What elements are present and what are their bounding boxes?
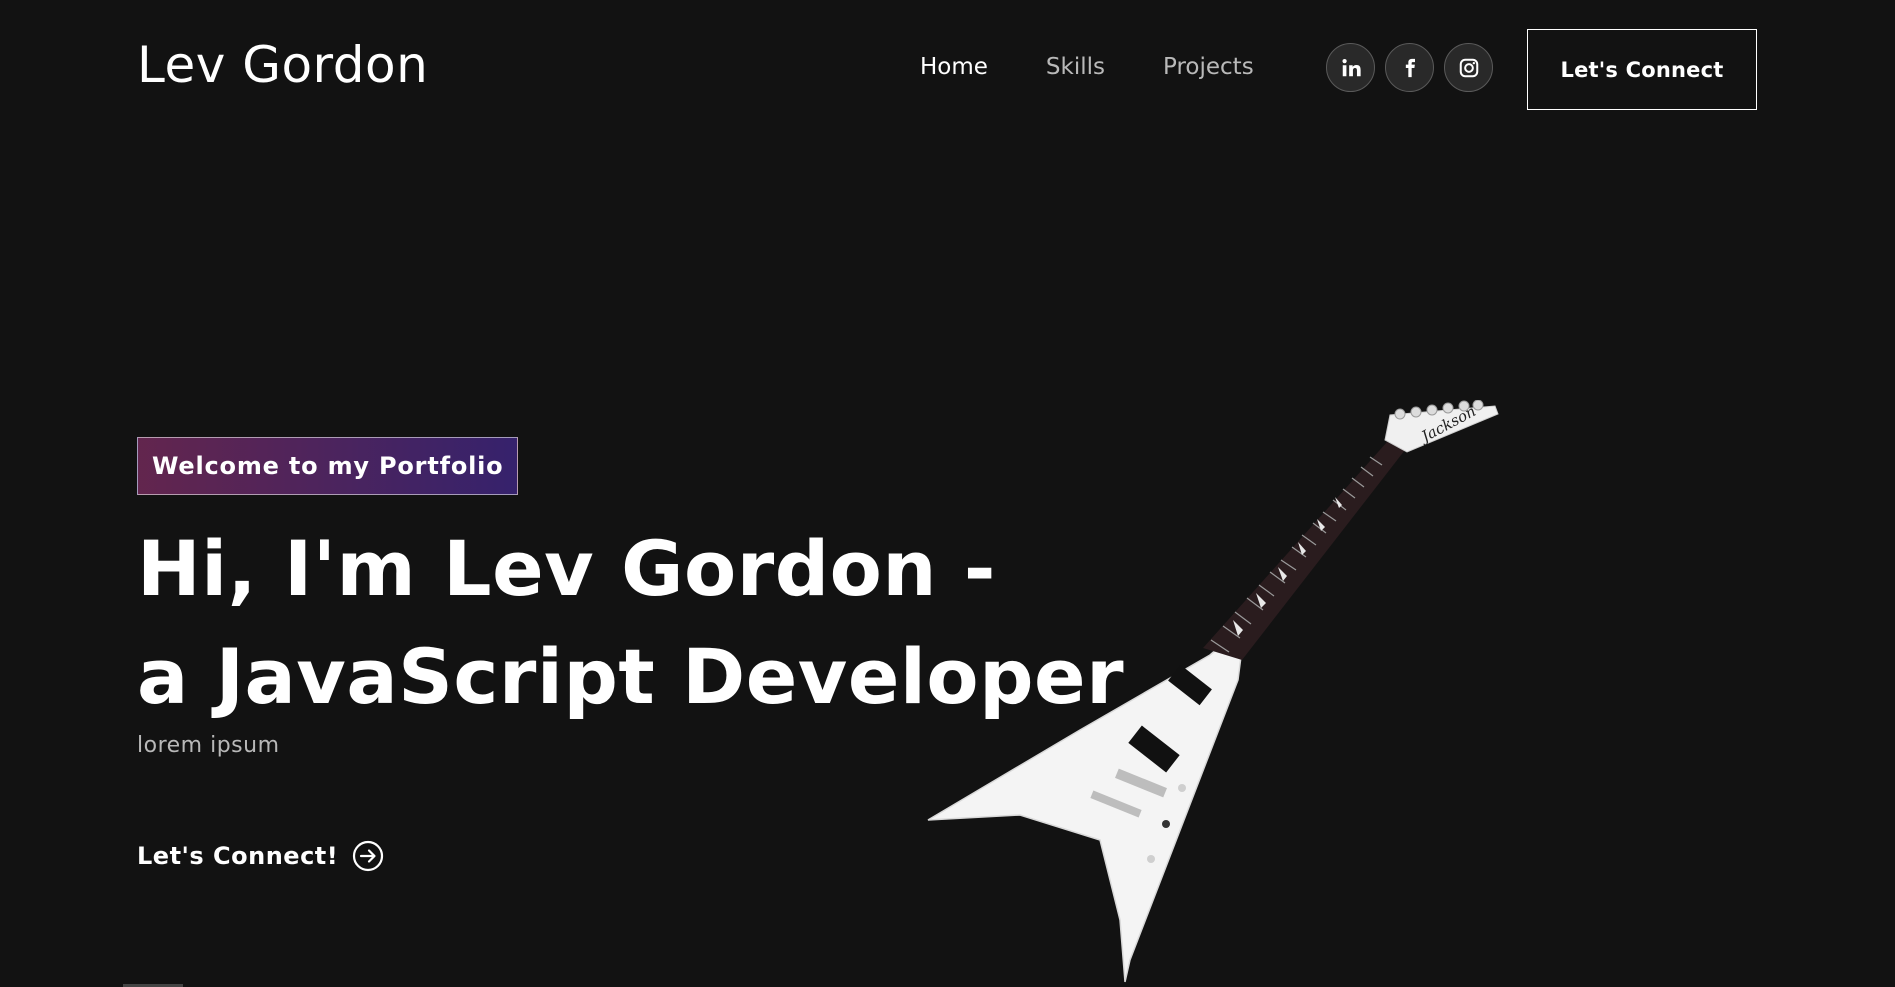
- instagram-button[interactable]: [1444, 43, 1493, 92]
- guitar-illustration: Jackson: [927, 400, 1499, 983]
- nav-links: Home Skills Projects: [920, 54, 1312, 80]
- nav-link-home[interactable]: Home: [920, 54, 988, 80]
- linkedin-button[interactable]: [1326, 43, 1375, 92]
- instagram-icon: [1459, 58, 1478, 77]
- navbar: Lev Gordon Home Skills Projects Let's Co…: [0, 0, 1895, 140]
- tone-knob: [1162, 820, 1170, 828]
- hero-subtext: lorem ipsum: [137, 733, 280, 758]
- facebook-icon: [1405, 58, 1415, 77]
- brand-logo[interactable]: Lev Gordon: [137, 36, 428, 94]
- arrow-right-circle-icon: [353, 840, 384, 872]
- facebook-button[interactable]: [1385, 43, 1434, 92]
- output-jack: [1147, 855, 1155, 863]
- volume-knob: [1178, 784, 1186, 792]
- hero-connect-label: Let's Connect!: [137, 842, 339, 870]
- linkedin-icon: [1341, 58, 1361, 76]
- lets-connect-button[interactable]: Let's Connect: [1527, 29, 1757, 110]
- tagline-badge: Welcome to my Portfolio: [137, 437, 519, 495]
- hero-connect-link[interactable]: Let's Connect!: [137, 840, 384, 872]
- nav-link-skills[interactable]: Skills: [1046, 54, 1105, 80]
- social-icons: [1326, 43, 1493, 92]
- nav-link-projects[interactable]: Projects: [1163, 54, 1254, 80]
- portfolio-page: Lev Gordon Home Skills Projects Let's Co…: [0, 0, 1895, 987]
